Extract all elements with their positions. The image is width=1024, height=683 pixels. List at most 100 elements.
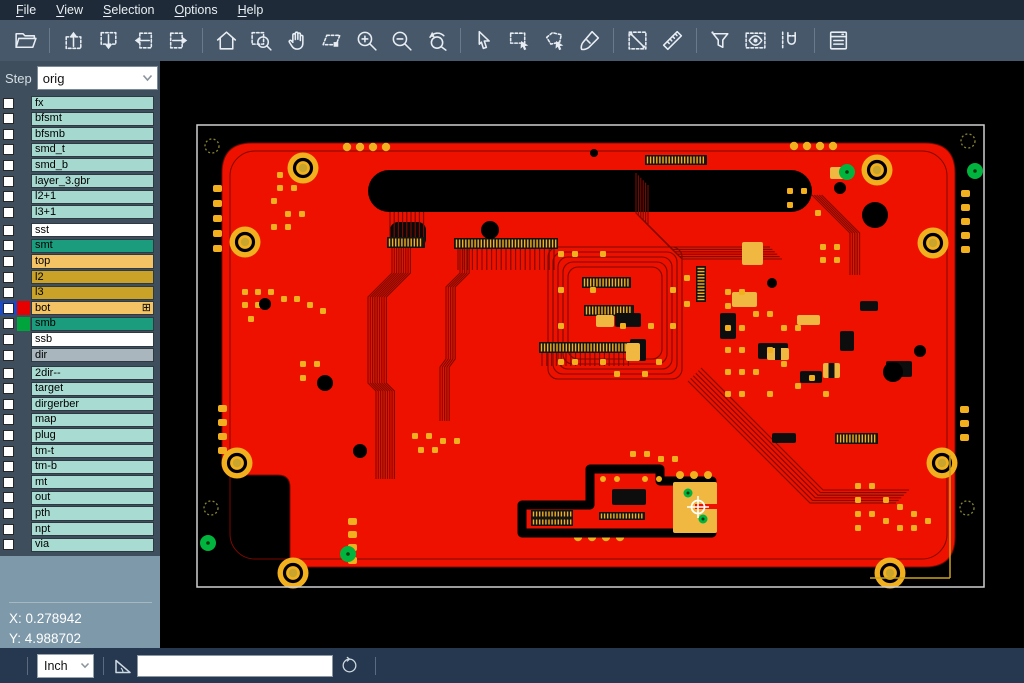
layer-row-bfsmb[interactable]: bfsmb bbox=[0, 127, 160, 141]
toolbar-separator bbox=[202, 28, 203, 53]
layer-row-l2[interactable]: l2 bbox=[0, 270, 160, 284]
layer-row-l2+1[interactable]: l2+1 bbox=[0, 190, 160, 204]
home-button[interactable] bbox=[209, 25, 244, 57]
angle-tool-icon[interactable] bbox=[113, 657, 133, 675]
step-select[interactable]: orig bbox=[37, 66, 158, 90]
layer-row-smd_t[interactable]: smd_t bbox=[0, 143, 160, 157]
layer-row-smd_b[interactable]: smd_b bbox=[0, 158, 160, 172]
layer-visibility-checkbox[interactable] bbox=[0, 286, 17, 300]
layer-visibility-checkbox[interactable] bbox=[0, 460, 17, 474]
layer-visibility-checkbox[interactable] bbox=[0, 239, 17, 253]
layer-visibility-checkbox[interactable] bbox=[0, 96, 17, 110]
snap-button[interactable] bbox=[773, 25, 808, 57]
zoom-out-button[interactable] bbox=[384, 25, 419, 57]
layer-visibility-checkbox[interactable] bbox=[0, 112, 17, 126]
layer-visibility-checkbox[interactable] bbox=[0, 223, 17, 237]
measure-line-button[interactable] bbox=[620, 25, 655, 57]
layer-row-tm-t[interactable]: tm-t bbox=[0, 444, 160, 458]
shift-up-button[interactable] bbox=[56, 25, 91, 57]
layer-row-via[interactable]: via bbox=[0, 538, 160, 552]
layer-visibility-checkbox[interactable] bbox=[0, 127, 17, 141]
layer-visibility-checkbox[interactable] bbox=[0, 301, 17, 315]
visibility-button[interactable] bbox=[738, 25, 773, 57]
zoom-previous-button[interactable] bbox=[419, 25, 454, 57]
layer-visibility-checkbox[interactable] bbox=[0, 190, 17, 204]
layer-row-bot[interactable]: bot⊞ bbox=[0, 301, 160, 315]
menu-item-selection[interactable]: Selection bbox=[93, 1, 164, 20]
pcb-view[interactable] bbox=[160, 61, 1024, 648]
layer-row-target[interactable]: target bbox=[0, 382, 160, 396]
filter-button[interactable] bbox=[703, 25, 738, 57]
layer-row-fx[interactable]: fx bbox=[0, 96, 160, 110]
layer-visibility-checkbox[interactable] bbox=[0, 444, 17, 458]
layer-row-layer_3.gbr[interactable]: layer_3.gbr bbox=[0, 174, 160, 188]
zoom-in-button[interactable] bbox=[349, 25, 384, 57]
refresh-icon[interactable] bbox=[340, 656, 359, 675]
open-button[interactable] bbox=[8, 25, 43, 57]
layer-row-smt[interactable]: smt bbox=[0, 239, 160, 253]
zoom-window-button[interactable] bbox=[244, 25, 279, 57]
ruler-button[interactable] bbox=[655, 25, 690, 57]
menu-item-help[interactable]: Help bbox=[228, 1, 274, 20]
layer-row-2dir--[interactable]: 2dir-- bbox=[0, 366, 160, 380]
pcb-canvas[interactable] bbox=[160, 61, 1024, 648]
layer-row-l3[interactable]: l3 bbox=[0, 286, 160, 300]
layer-visibility-checkbox[interactable] bbox=[0, 143, 17, 157]
menu-item-view[interactable]: View bbox=[46, 1, 93, 20]
layer-visibility-checkbox[interactable] bbox=[0, 522, 17, 536]
layer-name: npt bbox=[31, 522, 154, 536]
shift-right-button[interactable] bbox=[161, 25, 196, 57]
layer-color-swatch bbox=[17, 382, 30, 396]
layer-visibility-checkbox[interactable] bbox=[0, 317, 17, 331]
layer-visibility-checkbox[interactable] bbox=[0, 174, 17, 188]
menu-item-file[interactable]: File bbox=[6, 1, 46, 20]
shift-down-button[interactable] bbox=[91, 25, 126, 57]
brush-button[interactable] bbox=[572, 25, 607, 57]
layer-visibility-checkbox[interactable] bbox=[0, 413, 17, 427]
divider bbox=[375, 657, 376, 675]
layer-row-pth[interactable]: pth bbox=[0, 506, 160, 520]
select-cursor-button[interactable] bbox=[467, 25, 502, 57]
layer-row-sst[interactable]: sst bbox=[0, 223, 160, 237]
shift-left-button[interactable] bbox=[126, 25, 161, 57]
layer-row-mt[interactable]: mt bbox=[0, 475, 160, 489]
layer-row-tm-b[interactable]: tm-b bbox=[0, 460, 160, 474]
layer-row-dir[interactable]: dir bbox=[0, 348, 160, 362]
layer-visibility-checkbox[interactable] bbox=[0, 254, 17, 268]
layer-row-smb[interactable]: smb bbox=[0, 317, 160, 331]
layer-visibility-checkbox[interactable] bbox=[0, 382, 17, 396]
layer-row-npt[interactable]: npt bbox=[0, 522, 160, 536]
layer-row-plug[interactable]: plug bbox=[0, 428, 160, 442]
layer-row-bfsmt[interactable]: bfsmt bbox=[0, 112, 160, 126]
layer-row-out[interactable]: out bbox=[0, 491, 160, 505]
layer-row-dirgerber[interactable]: dirgerber bbox=[0, 397, 160, 411]
command-input[interactable] bbox=[137, 655, 333, 677]
step-label: Step bbox=[5, 71, 32, 86]
layer-row-top[interactable]: top bbox=[0, 254, 160, 268]
layer-row-map[interactable]: map bbox=[0, 413, 160, 427]
layer-visibility-checkbox[interactable] bbox=[0, 348, 17, 362]
layer-visibility-checkbox[interactable] bbox=[0, 158, 17, 172]
menu-item-options[interactable]: Options bbox=[164, 1, 227, 20]
pan-button[interactable] bbox=[279, 25, 314, 57]
pan-icon bbox=[284, 28, 309, 53]
layer-visibility-checkbox[interactable] bbox=[0, 397, 17, 411]
select-rect-button[interactable] bbox=[502, 25, 537, 57]
layer-visibility-checkbox[interactable] bbox=[0, 491, 17, 505]
layer-visibility-checkbox[interactable] bbox=[0, 332, 17, 346]
layer-visibility-checkbox[interactable] bbox=[0, 538, 17, 552]
layer-visibility-checkbox[interactable] bbox=[0, 475, 17, 489]
layer-visibility-checkbox[interactable] bbox=[0, 428, 17, 442]
report-button[interactable] bbox=[821, 25, 856, 57]
layer-row-l3+1[interactable]: l3+1 bbox=[0, 205, 160, 219]
layer-visibility-checkbox[interactable] bbox=[0, 205, 17, 219]
units-select[interactable]: Inch bbox=[37, 654, 94, 678]
zoom-object-button[interactable] bbox=[314, 25, 349, 57]
layer-visibility-checkbox[interactable] bbox=[0, 366, 17, 380]
layer-group: sst smttop l2 l3bot⊞ smbssb dir bbox=[0, 223, 160, 362]
select-polygon-button[interactable] bbox=[537, 25, 572, 57]
checkbox-box bbox=[3, 113, 14, 124]
layer-row-ssb[interactable]: ssb bbox=[0, 332, 160, 346]
layer-visibility-checkbox[interactable] bbox=[0, 506, 17, 520]
layer-visibility-checkbox[interactable] bbox=[0, 270, 17, 284]
